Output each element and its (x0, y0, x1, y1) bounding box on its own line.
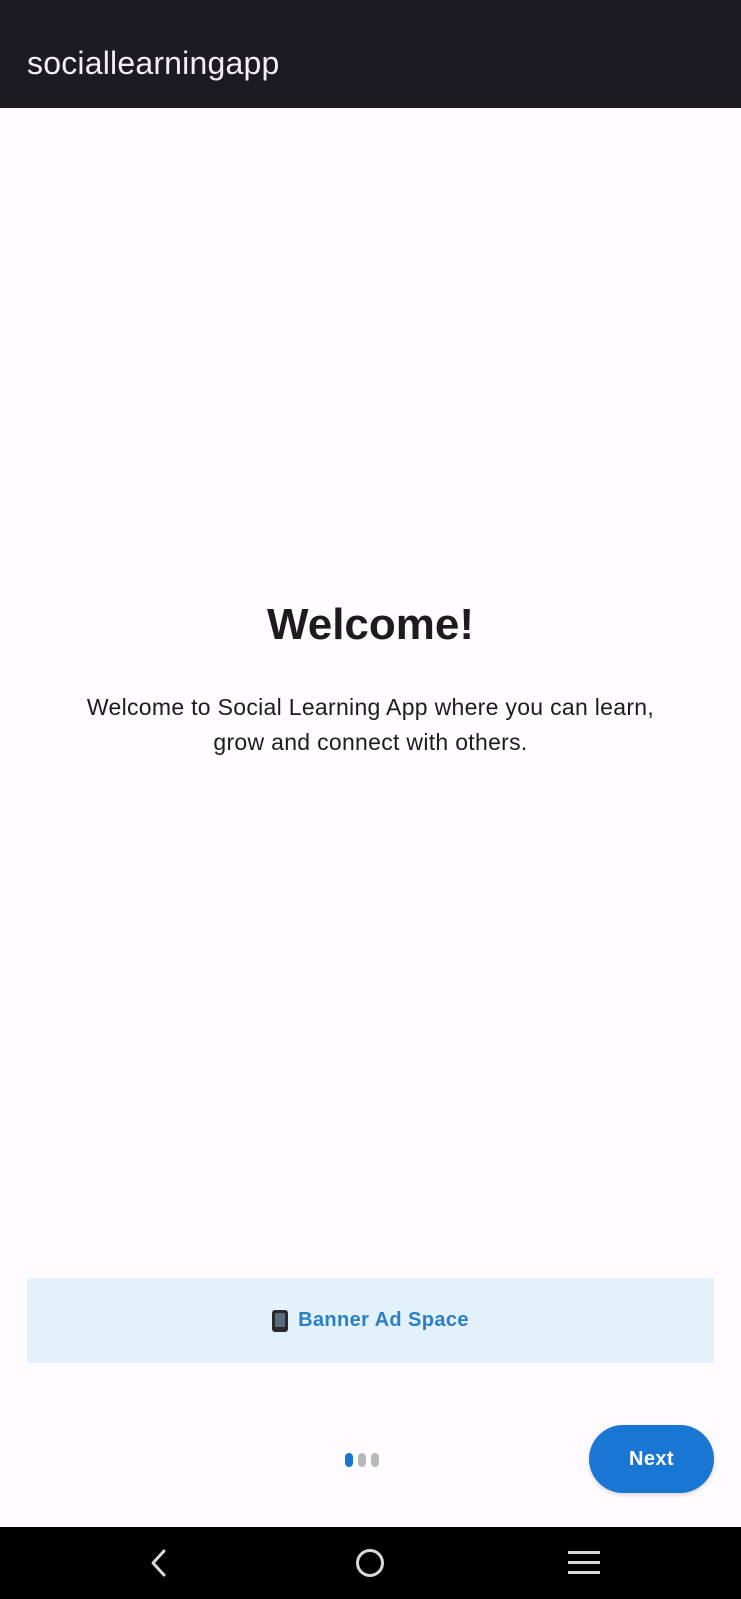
welcome-title: Welcome! (266, 600, 475, 649)
banner-ad[interactable]: Banner Ad Space (27, 1278, 714, 1363)
page-indicator-dot (358, 1453, 366, 1467)
welcome-description: Welcome to Social Learning App where you… (86, 694, 655, 755)
system-navigation-bar (0, 1527, 741, 1599)
app-bar: sociallearningapp (0, 0, 741, 108)
page-indicator-dot-active (345, 1453, 353, 1467)
banner-ad-label: Banner Ad Space (298, 1309, 469, 1331)
home-icon[interactable] (356, 1549, 384, 1577)
page-indicator (345, 1453, 379, 1467)
page-indicator-dot (371, 1453, 379, 1467)
app-title: sociallearningapp (27, 45, 280, 81)
recent-apps-icon[interactable] (568, 1551, 600, 1575)
next-button[interactable]: Next (589, 1425, 714, 1493)
onboarding-page: Welcome! Welcome to Social Learning App … (0, 108, 741, 1527)
mobile-phone-icon (272, 1309, 289, 1332)
back-icon[interactable] (146, 1547, 174, 1579)
